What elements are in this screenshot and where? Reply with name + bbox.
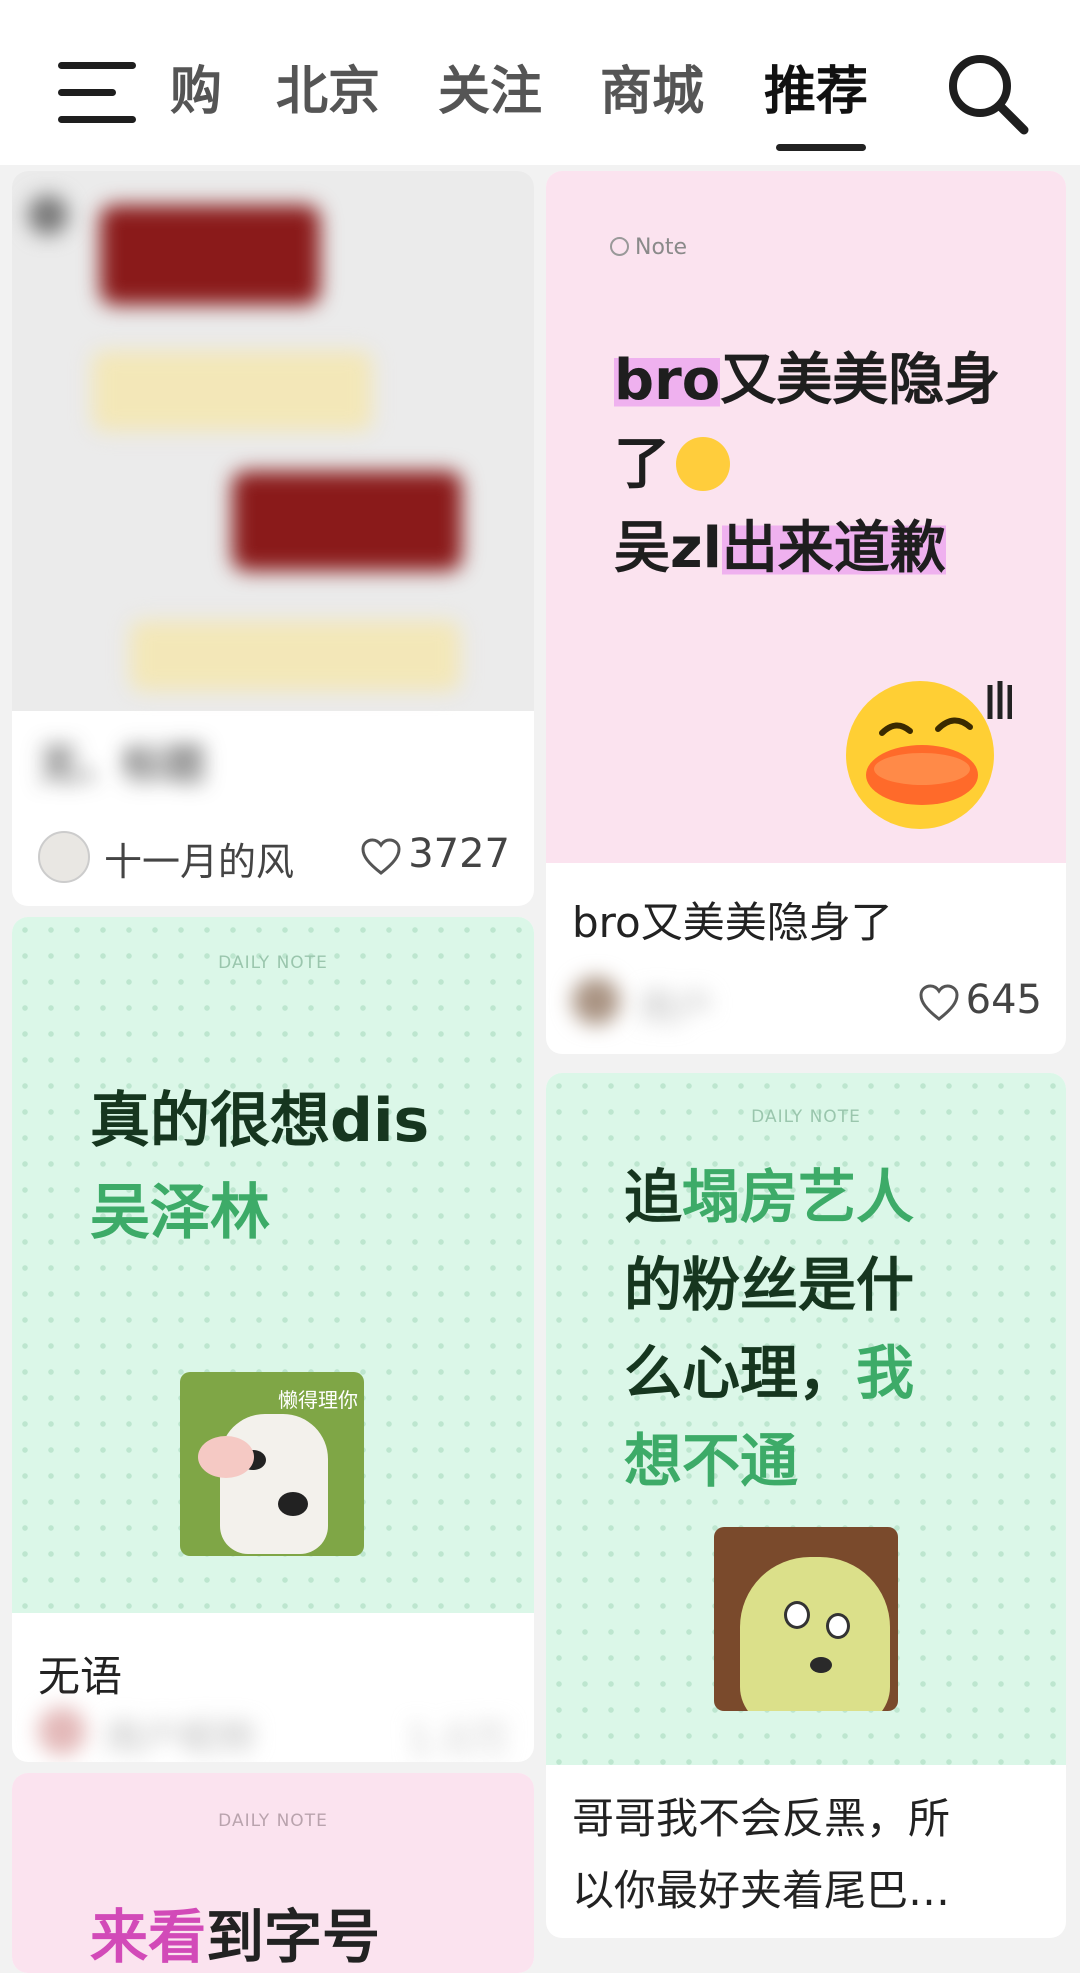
author-name[interactable]: 十一月的风: [104, 831, 294, 886]
card-meta: 用户昵称 1.0万: [38, 1701, 510, 1762]
card-title: 无、标题: [38, 740, 207, 789]
note-tag: DAILY NOTE: [751, 1107, 861, 1127]
circle-icon: [610, 237, 629, 256]
note-text: 真的很想dis 吴泽林: [90, 1086, 430, 1248]
top-navigation-bar: 购 北京 关注 商城 推荐: [0, 0, 1080, 165]
cow-sticker-image: 懒得理你: [180, 1372, 364, 1556]
feed-card[interactable]: DAILY NOTE 真的很想dis 吴泽林 懒得理你 无语 用户昵称 1.0万: [12, 917, 534, 1762]
heart-icon[interactable]: [918, 983, 960, 1023]
feed-card[interactable]: 无、标题 十一月的风 3727: [12, 171, 534, 906]
figure-sticker-image: [714, 1527, 898, 1711]
feed-card[interactable]: Note bro又美美隐身 了 吴zl出来道歉 bro又美美隐身了 用户 645: [546, 171, 1066, 1054]
author-name[interactable]: 用户昵称: [104, 1707, 256, 1762]
note-tag: DAILY NOTE: [218, 953, 328, 973]
note-text: 追塌房艺人 的粉丝是什 么心理，我 想不通: [624, 1163, 915, 1495]
note-text: 来看到字号: [90, 1903, 381, 1971]
card-meta: 十一月的风 3727: [38, 825, 510, 885]
like-count: 3727: [408, 831, 510, 877]
tab-mall[interactable]: 商城: [600, 56, 704, 128]
feed-grid: 无、标题 十一月的风 3727 Note bro又美美隐身 了 吴zl出来道歉: [0, 165, 1080, 1973]
note-tag: DAILY NOTE: [218, 1811, 328, 1831]
note-tag: Note: [610, 235, 687, 260]
heart-icon[interactable]: [360, 837, 402, 877]
feed-card[interactable]: DAILY NOTE 来看到字号: [12, 1773, 534, 1973]
avatar: [38, 831, 90, 883]
tab-recommend[interactable]: 推荐: [764, 56, 868, 128]
tab-following[interactable]: 关注: [438, 56, 542, 128]
card-cover-image: [12, 171, 534, 711]
tab-shopping[interactable]: 购: [170, 56, 226, 128]
card-cover-image: DAILY NOTE 来看到字号: [12, 1773, 534, 1973]
like-count: 645: [965, 977, 1042, 1023]
card-cover-image: DAILY NOTE 追塌房艺人 的粉丝是什 么心理，我 想不通: [546, 1073, 1066, 1765]
card-title: bro又美美隐身了: [572, 898, 893, 947]
author-name[interactable]: 用户: [638, 977, 714, 1032]
card-cover-image: DAILY NOTE 真的很想dis 吴泽林 懒得理你: [12, 917, 534, 1613]
card-title: 哥哥我不会反黑，所: [572, 1794, 951, 1843]
card-title: 无语: [38, 1652, 123, 1701]
duck-face-sticker-icon: [846, 681, 1012, 829]
avatar: [572, 977, 620, 1025]
avatar: [38, 1707, 86, 1755]
card-title-line-2: 以你最好夹着尾巴…: [572, 1866, 951, 1915]
search-icon[interactable]: [944, 50, 1030, 136]
menu-icon[interactable]: [58, 62, 136, 124]
card-meta: 用户 645: [572, 971, 1042, 1031]
like-count: 1.0万: [406, 1717, 510, 1762]
feed-card[interactable]: DAILY NOTE 追塌房艺人 的粉丝是什 么心理，我 想不通 哥哥我不会反黑…: [546, 1073, 1066, 1938]
card-cover-image: Note bro又美美隐身 了 吴zl出来道歉: [546, 171, 1066, 863]
tab-beijing[interactable]: 北京: [276, 56, 380, 128]
crying-face-icon: [676, 437, 730, 491]
note-text: bro又美美隐身 了 吴zl出来道歉: [614, 348, 1001, 581]
active-tab-indicator: [776, 144, 866, 151]
